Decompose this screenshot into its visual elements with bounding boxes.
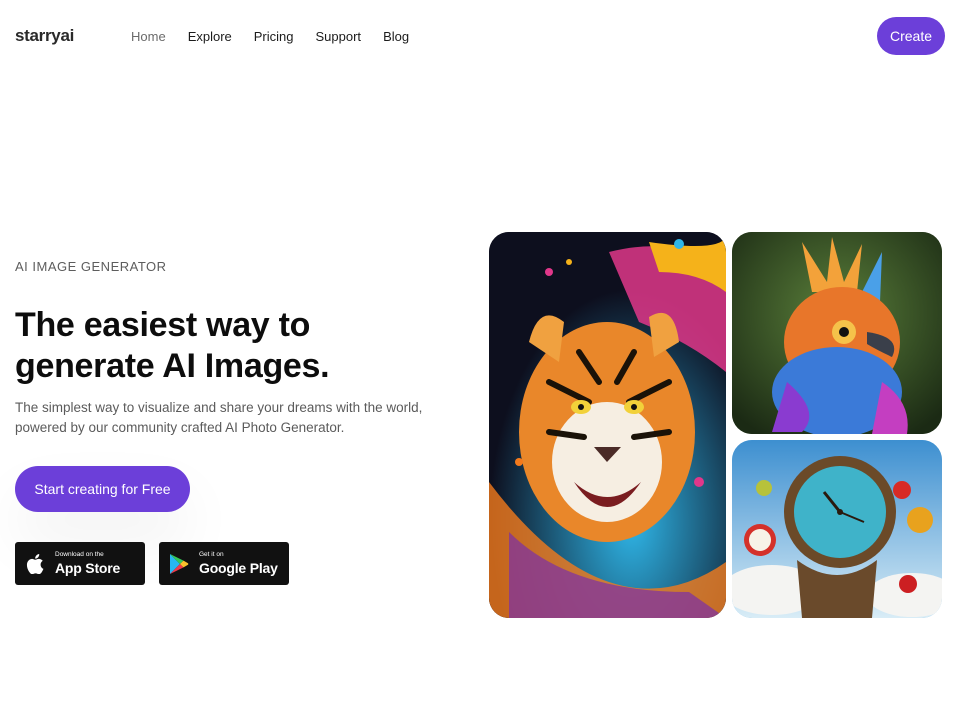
- nav-support[interactable]: Support: [316, 29, 362, 44]
- nav-blog[interactable]: Blog: [383, 29, 409, 44]
- nav-home[interactable]: Home: [131, 29, 166, 44]
- nav-pricing[interactable]: Pricing: [254, 29, 294, 44]
- headline-line-2: generate AI Images.: [15, 347, 330, 385]
- tiger-artwork-image: [489, 232, 726, 618]
- hero-headline: The easiest way to generate AI Images.: [15, 305, 455, 387]
- app-store-small-text: Download on the: [55, 551, 104, 559]
- clock-artwork-image: [732, 440, 942, 618]
- main-nav: Home Explore Pricing Support Blog: [131, 29, 409, 44]
- app-store-label: App Store: [55, 559, 121, 576]
- apple-icon: [15, 553, 55, 574]
- google-play-badge[interactable]: Get it on Google Play: [159, 542, 289, 585]
- google-play-label: Google Play: [199, 559, 278, 576]
- app-store-badge[interactable]: Download on the App Store: [15, 542, 145, 585]
- nav-explore[interactable]: Explore: [188, 29, 232, 44]
- google-play-small-text: Get it on: [199, 551, 224, 559]
- create-button[interactable]: Create: [877, 17, 945, 55]
- google-play-icon: [159, 553, 199, 575]
- logo[interactable]: starryai: [15, 26, 74, 46]
- bird-artwork-image: [732, 232, 942, 434]
- hero-subtext: The simplest way to visualize and share …: [15, 400, 423, 435]
- start-creating-button[interactable]: Start creating for Free: [15, 466, 190, 512]
- hero-eyebrow: AI IMAGE GENERATOR: [15, 259, 167, 274]
- headline-line-1: The easiest way to: [15, 306, 311, 344]
